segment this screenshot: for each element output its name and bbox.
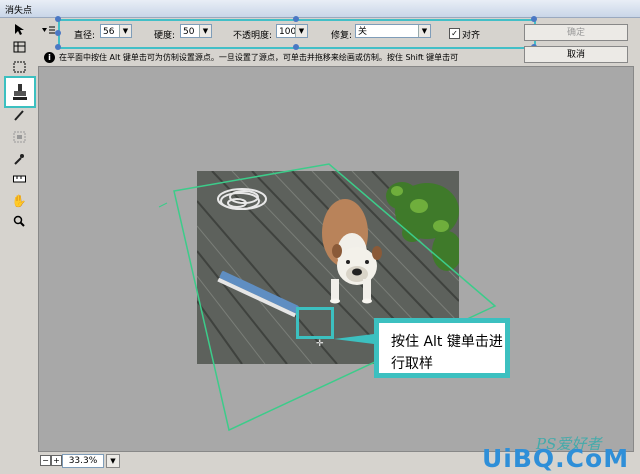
perspective-grid-overlay [158,163,497,432]
create-plane-tool[interactable] [9,38,29,56]
callout-box: 按住 Alt 键单击进行取样 [374,318,510,378]
crosshair-cursor-icon: ✛ [316,339,324,349]
selection-handle [293,16,299,22]
marquee-tool[interactable] [9,58,29,76]
stamp-tool[interactable] [4,76,36,108]
chevron-down-icon[interactable]: ▼ [106,454,120,468]
zoom-field[interactable]: 33.3% [62,454,104,468]
brush-icon [14,110,24,121]
eyedropper-tool[interactable] [9,150,29,168]
ok-button[interactable]: 确定 [524,24,628,41]
grid-plane-icon [13,41,25,53]
toolbox: ✋ [4,20,36,452]
hand-tool[interactable]: ✋ [9,192,29,210]
clone-stamp-icon [13,84,27,100]
hand-icon: ✋ [11,194,27,208]
edit-plane-tool[interactable] [9,20,29,38]
selection-handle [55,30,61,36]
measure-tool[interactable] [9,170,29,188]
callout-text: 按住 Alt 键单击进行取样 [391,334,503,372]
window-title: 消失点 [5,6,33,16]
brush-preset-icon[interactable] [42,25,56,35]
transform-tool[interactable] [9,128,29,146]
ruler-icon [12,175,26,183]
marquee-icon [13,61,25,73]
options-bar: 直径: 56 ▼ 硬度: 50 ▼ 不透明度: 100 ▼ 修复: 关 ▼ ✓ … [40,16,537,50]
brush-tool[interactable] [9,106,29,124]
eyedropper-icon [14,154,24,165]
zoom-tool[interactable] [9,212,29,230]
watermark-site: UiBQ.CoM [482,444,630,473]
magnifier-icon [13,215,25,227]
sample-point-box [296,307,334,339]
title-bar: 消失点 [0,0,640,18]
arrow-pointer-icon [15,23,24,35]
info-text: 在平面中按住 Alt 键单击可为仿制设置源点。一旦设置了源点，可单击并拖移来绘画… [59,53,459,62]
zoom-out-button[interactable]: − [40,455,51,466]
selection-handle [531,16,537,22]
zoom-in-button[interactable]: + [51,455,62,466]
preview-canvas[interactable]: ✛ [38,66,634,452]
selection-handle [55,16,61,22]
info-bar: i 在平面中按住 Alt 键单击可为仿制设置源点。一旦设置了源点，可单击并拖移来绘… [44,50,584,66]
info-icon: i [44,52,55,63]
transform-icon [13,131,25,143]
